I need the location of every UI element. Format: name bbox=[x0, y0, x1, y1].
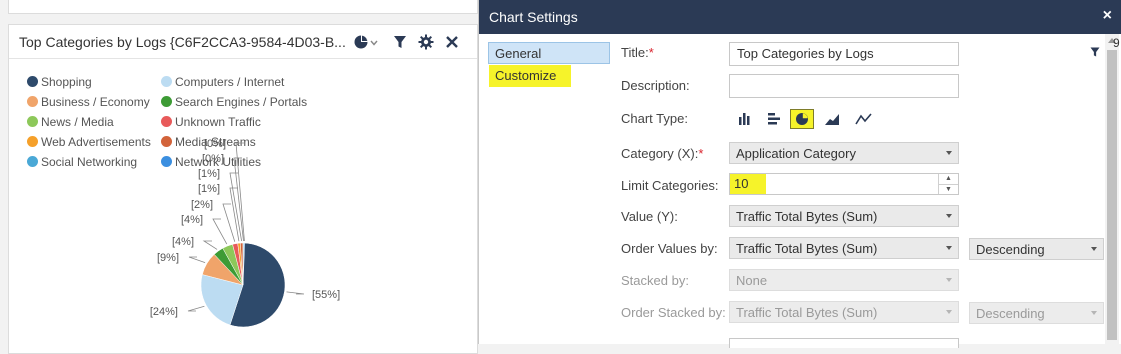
order-values-select[interactable]: Traffic Total Bytes (Sum) bbox=[729, 237, 959, 259]
pie-data-label: [0%] bbox=[204, 138, 226, 150]
bar-chart-icon[interactable] bbox=[762, 109, 786, 129]
order-direction-value: Descending bbox=[976, 242, 1045, 257]
pie-leader-line bbox=[212, 218, 228, 245]
order-direction-select[interactable]: Descending bbox=[969, 238, 1104, 260]
title-label: Title:* bbox=[621, 45, 654, 60]
dialog-scrollbar[interactable] bbox=[1105, 34, 1119, 344]
pie-leader-line bbox=[229, 187, 240, 242]
pie-leader-line bbox=[202, 240, 218, 250]
dialog-title: Chart Settings bbox=[489, 9, 578, 25]
order-stacked-direction-select[interactable]: Descending bbox=[969, 302, 1104, 324]
pie-data-label: [24%] bbox=[150, 306, 178, 318]
pie-data-label: [55%] bbox=[312, 289, 340, 301]
required-mark: * bbox=[648, 45, 654, 60]
title-input-value: Top Categories by Logs bbox=[737, 46, 874, 61]
value-y-select[interactable]: Traffic Total Bytes (Sum) bbox=[729, 205, 959, 227]
stepper-up-icon[interactable]: ▲ bbox=[939, 174, 958, 184]
limit-categories-value[interactable]: 10 bbox=[730, 174, 766, 194]
value-y-select-value: Traffic Total Bytes (Sum) bbox=[736, 209, 878, 224]
stacked-by-select[interactable]: None bbox=[729, 269, 959, 291]
scrollbar-thumb[interactable] bbox=[1107, 50, 1117, 340]
title-label-text: Title: bbox=[621, 45, 649, 60]
order-stacked-label: Order Stacked by: bbox=[621, 305, 726, 320]
line-chart-icon[interactable] bbox=[852, 109, 876, 129]
title-input[interactable]: Top Categories by Logs bbox=[729, 42, 959, 66]
pie-chart-icon[interactable] bbox=[790, 109, 814, 129]
pie-data-label: [9%] bbox=[157, 252, 179, 264]
stepper-buttons: ▲ ▼ bbox=[938, 174, 958, 194]
chevron-down-icon bbox=[946, 246, 952, 250]
value-y-label: Value (Y): bbox=[621, 209, 678, 224]
pie-data-label: [2%] bbox=[191, 199, 213, 211]
category-select-value: Application Category bbox=[736, 146, 856, 161]
pie-data-label: [1%] bbox=[198, 183, 220, 195]
column-chart-icon[interactable] bbox=[733, 109, 757, 129]
close-icon[interactable]: × bbox=[1103, 7, 1112, 25]
pie-data-label: [1%] bbox=[198, 168, 220, 180]
background-edge-text: 9 bbox=[1113, 36, 1120, 50]
pie-leader-line bbox=[188, 256, 206, 263]
dialog-titlebar: Chart Settings × bbox=[479, 0, 1121, 34]
nav-general[interactable]: General bbox=[488, 42, 610, 64]
category-label-text: Category (X): bbox=[621, 146, 699, 161]
next-field-partial[interactable] bbox=[729, 338, 959, 348]
order-values-select-value: Traffic Total Bytes (Sum) bbox=[736, 241, 878, 256]
required-mark: * bbox=[698, 146, 704, 161]
stacked-by-value: None bbox=[736, 273, 768, 288]
chart-settings-dialog: Chart Settings × General Customize Title… bbox=[478, 0, 1121, 348]
stacked-by-label: Stacked by: bbox=[621, 273, 689, 288]
filter-icon[interactable] bbox=[1089, 46, 1101, 58]
pie-data-label: [0%] bbox=[202, 153, 224, 165]
limit-categories-stepper[interactable]: 10 ▲ ▼ bbox=[729, 173, 959, 195]
chevron-down-icon bbox=[946, 310, 952, 314]
chevron-down-icon bbox=[1091, 247, 1097, 251]
stepper-down-icon[interactable]: ▼ bbox=[939, 184, 958, 194]
chevron-down-icon bbox=[946, 151, 952, 155]
order-stacked-direction-value: Descending bbox=[976, 306, 1045, 321]
order-stacked-value: Traffic Total Bytes (Sum) bbox=[736, 305, 878, 320]
pie-leader-line bbox=[222, 203, 236, 242]
chart-type-label: Chart Type: bbox=[621, 111, 688, 126]
chevron-down-icon bbox=[946, 278, 952, 282]
order-values-label: Order Values by: bbox=[621, 241, 718, 256]
pie-chart: [55%] [24%] [9%] [4%] [4%] [2%] [1%] [1%] [0%] [0… bbox=[150, 138, 340, 328]
pie-data-label: [4%] bbox=[181, 214, 203, 226]
chevron-down-icon bbox=[946, 214, 952, 218]
description-label: Description: bbox=[621, 78, 690, 93]
pie-leader-line bbox=[286, 291, 305, 295]
limit-categories-label: Limit Categories: bbox=[621, 178, 719, 193]
nav-customize[interactable]: Customize bbox=[489, 65, 571, 87]
description-input[interactable] bbox=[729, 74, 959, 98]
order-stacked-select[interactable]: Traffic Total Bytes (Sum) bbox=[729, 301, 959, 323]
category-label: Category (X):* bbox=[621, 146, 703, 161]
chevron-down-icon bbox=[1091, 311, 1097, 315]
pie-leader-line bbox=[187, 305, 205, 312]
category-select[interactable]: Application Category bbox=[729, 142, 959, 164]
area-chart-icon[interactable] bbox=[820, 109, 844, 129]
pie-data-label: [4%] bbox=[172, 236, 194, 248]
